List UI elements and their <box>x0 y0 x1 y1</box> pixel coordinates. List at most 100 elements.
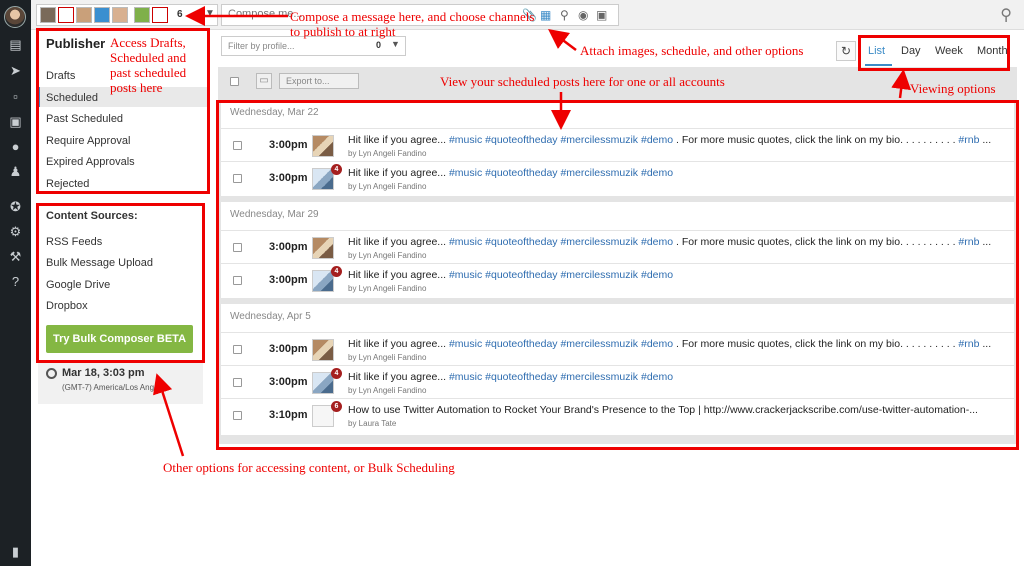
nav-expired-approvals[interactable]: Expired Approvals <box>46 156 135 168</box>
post-message-rest: . For more music quotes, click the link … <box>673 338 959 350</box>
post-checkbox[interactable] <box>233 378 242 387</box>
post-hashtags[interactable]: #rnb <box>958 338 979 350</box>
location-icon[interactable]: ⚲ <box>560 8 569 22</box>
user-avatar[interactable] <box>4 6 26 28</box>
streams-icon[interactable]: ▤ <box>8 38 23 52</box>
trash-icon[interactable]: ▭ <box>256 73 272 89</box>
profile-avatar[interactable] <box>112 7 128 23</box>
post-thumbnail <box>312 339 334 361</box>
post-time: 3:10pm <box>269 409 308 421</box>
nav-past-scheduled[interactable]: Past Scheduled <box>46 113 123 125</box>
chevron-down-icon[interactable]: ▼ <box>205 8 215 19</box>
post-checkbox[interactable] <box>233 243 242 252</box>
post-message: Hit like if you agree... <box>348 134 449 146</box>
post-hashtags[interactable]: #music #quoteoftheday #mercilessmuzik #d… <box>449 236 673 248</box>
post-text[interactable]: Hit like if you agree... #music #quoteof… <box>348 338 998 350</box>
source-rss-feeds[interactable]: RSS Feeds <box>46 236 102 248</box>
clock-icon <box>46 368 57 379</box>
post-row[interactable]: 3:10pm 6 How to use Twitter Automation t… <box>221 398 1014 431</box>
post-row[interactable]: 3:00pm Hit like if you agree... #music #… <box>221 230 1014 263</box>
profile-avatar[interactable] <box>40 7 56 23</box>
post-author: by Lyn Angeli Fandino <box>348 149 427 158</box>
post-row[interactable]: 3:00pm 4 Hit like if you agree... #music… <box>221 263 1014 296</box>
post-hashtags[interactable]: #music #quoteoftheday #mercilessmuzik #d… <box>449 269 673 281</box>
post-hashtags[interactable]: #music #quoteoftheday #mercilessmuzik #d… <box>449 371 673 383</box>
post-row[interactable]: 3:00pm Hit like if you agree... #music #… <box>221 128 1014 161</box>
post-checkbox[interactable] <box>233 141 242 150</box>
tab-list[interactable]: List <box>868 45 885 57</box>
calendar-icon[interactable]: ▦ <box>540 8 551 22</box>
profile-avatar[interactable] <box>134 7 150 23</box>
publisher-title: Publisher <box>46 36 106 51</box>
nav-rejected[interactable]: Rejected <box>46 178 89 190</box>
tab-month[interactable]: Month <box>977 45 1008 57</box>
apps-icon[interactable]: ✪ <box>8 200 23 214</box>
profile-picker[interactable]: 6 ▼ <box>36 4 218 26</box>
search-icon[interactable]: ⚲ <box>1000 5 1012 25</box>
nav-scheduled[interactable]: Scheduled <box>46 92 98 104</box>
post-time: 3:00pm <box>269 343 308 355</box>
profile-avatar[interactable] <box>76 7 92 23</box>
bulk-composer-button[interactable]: Try Bulk Composer BETA <box>46 325 193 353</box>
post-message: Hit like if you agree... <box>348 269 449 281</box>
help-icon[interactable]: ? <box>8 275 23 289</box>
post-hashtags[interactable]: #rnb <box>958 236 979 248</box>
post-checkbox[interactable] <box>233 411 242 420</box>
post-time: 3:00pm <box>269 139 308 151</box>
export-dropdown[interactable]: Export to... <box>279 73 359 89</box>
post-text[interactable]: Hit like if you agree... #music #quoteof… <box>348 236 998 248</box>
annotation-viewing-options: Viewing options <box>910 81 996 96</box>
contacts-icon[interactable]: ♟ <box>8 165 23 179</box>
lock-icon[interactable]: ▣ <box>596 8 607 22</box>
nav-require-approval[interactable]: Require Approval <box>46 135 130 147</box>
post-hashtags[interactable]: #rnb <box>958 134 979 146</box>
settings-icon[interactable]: ⚙ <box>8 225 23 239</box>
post-checkbox[interactable] <box>233 345 242 354</box>
source-google-drive[interactable]: Google Drive <box>46 279 110 291</box>
post-time: 3:00pm <box>269 172 308 184</box>
assignments-icon[interactable]: ▣ <box>8 115 23 129</box>
tools-icon[interactable]: ⚒ <box>8 250 23 264</box>
publisher-icon[interactable]: ➤ <box>8 64 23 78</box>
post-text[interactable]: Hit like if you agree... #music #quoteof… <box>348 269 998 281</box>
post-checkbox[interactable] <box>233 174 242 183</box>
profile-avatar[interactable] <box>94 7 110 23</box>
post-message: Hit like if you agree... <box>348 167 449 179</box>
active-tab-indicator <box>865 64 892 66</box>
post-hashtags[interactable]: #music #quoteoftheday #mercilessmuzik #d… <box>449 167 673 179</box>
day-header: Wednesday, Apr 5 <box>230 311 311 322</box>
post-hashtags[interactable]: #music #quoteoftheday #mercilessmuzik #d… <box>449 338 673 350</box>
post-text[interactable]: Hit like if you agree... #music #quoteof… <box>348 167 998 179</box>
profile-avatar[interactable] <box>152 7 168 23</box>
profile-avatar[interactable] <box>58 7 74 23</box>
post-text[interactable]: Hit like if you agree... #music #quoteof… <box>348 371 998 383</box>
post-author: by Lyn Angeli Fandino <box>348 386 427 395</box>
profile-filter[interactable]: Filter by profile... 0 ▼ <box>221 36 406 56</box>
chevron-down-icon[interactable]: ▼ <box>391 39 400 49</box>
globe-icon[interactable]: ◉ <box>578 8 588 22</box>
source-dropbox[interactable]: Dropbox <box>46 300 88 312</box>
nav-drafts[interactable]: Drafts <box>46 70 75 82</box>
post-author: by Lyn Angeli Fandino <box>348 251 427 260</box>
post-checkbox[interactable] <box>233 276 242 285</box>
campaigns-icon[interactable]: ● <box>8 140 23 154</box>
post-message-rest: . For more music quotes, click the link … <box>673 236 959 248</box>
post-row[interactable]: 3:00pm 4 Hit like if you agree... #music… <box>221 161 1014 194</box>
post-thumbnail <box>312 135 334 157</box>
analytics-icon[interactable]: ▫ <box>8 90 23 104</box>
profile-count-badge: 4 <box>331 266 342 277</box>
post-message-rest: . For more music quotes, click the link … <box>673 134 959 146</box>
source-bulk-upload[interactable]: Bulk Message Upload <box>46 257 153 269</box>
post-text[interactable]: How to use Twitter Automation to Rocket … <box>348 404 998 416</box>
tab-day[interactable]: Day <box>901 45 921 57</box>
post-hashtags[interactable]: #music #quoteoftheday #mercilessmuzik #d… <box>449 134 673 146</box>
post-author: by Lyn Angeli Fandino <box>348 353 427 362</box>
post-row[interactable]: 3:00pm 4 Hit like if you agree... #music… <box>221 365 1014 398</box>
select-all-checkbox[interactable] <box>230 77 239 86</box>
tab-week[interactable]: Week <box>935 45 963 57</box>
post-row[interactable]: 3:00pm Hit like if you agree... #music #… <box>221 332 1014 365</box>
post-text[interactable]: Hit like if you agree... #music #quoteof… <box>348 134 998 146</box>
logout-icon[interactable]: ▮ <box>8 545 23 559</box>
post-author: by Lyn Angeli Fandino <box>348 182 427 191</box>
timezone: (GMT-7) America/Los Angeles <box>62 383 169 392</box>
